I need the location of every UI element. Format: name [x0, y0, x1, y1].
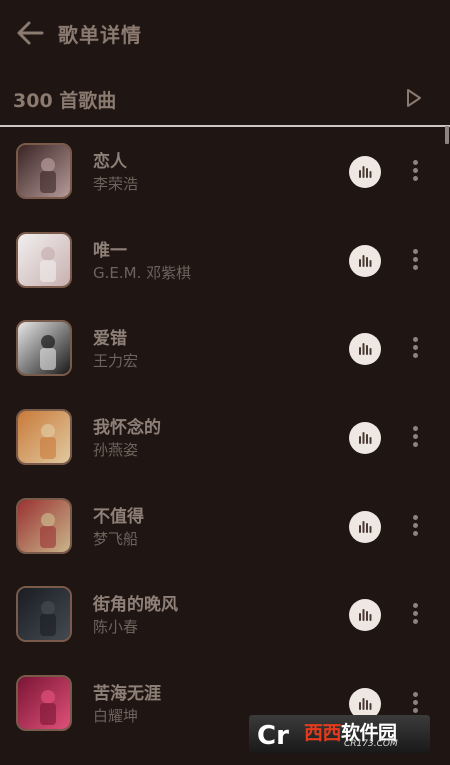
- equalizer-icon: [359, 343, 372, 356]
- equalizer-button[interactable]: [349, 333, 381, 366]
- equalizer-icon: [359, 432, 372, 445]
- more-vertical-icon: [412, 248, 418, 254]
- song-title: 街角的晚风: [93, 595, 178, 616]
- equalizer-icon: [359, 254, 372, 267]
- more-options-button[interactable]: [404, 512, 426, 542]
- song-row[interactable]: 不值得 梦飞船: [0, 482, 450, 571]
- album-art-image: [18, 145, 70, 197]
- equalizer-button[interactable]: [349, 244, 381, 277]
- more-options-button[interactable]: [404, 600, 426, 630]
- more-options-button[interactable]: [404, 246, 426, 276]
- page-title: 歌单详情: [58, 23, 142, 47]
- album-cover: [16, 320, 72, 377]
- equalizer-button[interactable]: [349, 510, 381, 543]
- song-title: 爱错: [93, 329, 127, 350]
- album-art-image: [18, 411, 70, 464]
- song-title: 恋人: [93, 152, 127, 172]
- more-options-button[interactable]: [404, 157, 426, 187]
- album-cover: [16, 409, 72, 466]
- arrow-left-icon: [17, 21, 44, 45]
- song-row[interactable]: 爱错 王力宏: [0, 304, 450, 393]
- equalizer-icon: [359, 166, 372, 178]
- song-count-label: 300 首歌曲: [13, 90, 117, 112]
- watermark-logo: Cr: [257, 721, 289, 749]
- more-vertical-icon: [412, 160, 418, 165]
- equalizer-icon: [359, 520, 372, 533]
- equalizer-icon: [359, 609, 372, 622]
- play-all-button[interactable]: [402, 87, 424, 109]
- album-cover: [16, 143, 72, 199]
- more-options-button[interactable]: [404, 334, 426, 364]
- album-art-image: [18, 322, 70, 375]
- song-artist: 李荣浩: [93, 175, 139, 193]
- more-options-button[interactable]: [404, 423, 426, 453]
- watermark-url: CR173.COM: [344, 739, 398, 749]
- song-row[interactable]: 我怀念的 孙燕姿: [0, 393, 450, 482]
- song-title: 唯一: [93, 240, 127, 261]
- watermark: Cr 西西软件园 CR173.COM: [249, 715, 430, 753]
- song-artist: 梦飞船: [93, 529, 139, 548]
- album-art-image: [18, 233, 70, 286]
- equalizer-button[interactable]: [349, 156, 381, 188]
- song-row[interactable]: 唯一 G.E.M. 邓紫棋: [0, 216, 450, 305]
- song-artist: G.E.M. 邓紫棋: [93, 263, 192, 282]
- song-row[interactable]: 恋人 李荣浩: [0, 127, 450, 216]
- album-art-image: [18, 588, 70, 641]
- back-button[interactable]: [14, 18, 46, 48]
- more-vertical-icon: [412, 692, 418, 698]
- more-vertical-icon: [412, 514, 418, 520]
- playlist-summary: 300 首歌曲: [0, 78, 450, 122]
- album-cover: [16, 497, 72, 554]
- song-artist: 白耀坤: [93, 707, 139, 726]
- play-triangle-icon: [407, 89, 421, 107]
- svg-text:Cr: Cr: [257, 721, 289, 749]
- equalizer-button[interactable]: [349, 422, 381, 455]
- app-header: 歌单详情: [0, 0, 450, 66]
- album-art-image: [18, 499, 70, 552]
- equalizer-button[interactable]: [349, 599, 381, 632]
- song-row[interactable]: 街角的晚风 陈小春: [0, 570, 450, 659]
- song-artist: 孙燕姿: [93, 441, 139, 460]
- more-vertical-icon: [412, 603, 418, 609]
- album-art-image: [18, 677, 70, 730]
- song-artist: 陈小春: [93, 618, 139, 637]
- more-vertical-icon: [412, 337, 418, 343]
- song-artist: 王力宏: [93, 352, 139, 371]
- album-cover: [16, 231, 72, 288]
- song-title: 苦海无涯: [93, 684, 161, 705]
- watermark-text-red: 西西: [304, 722, 342, 744]
- song-title: 不值得: [93, 506, 144, 527]
- more-vertical-icon: [412, 426, 418, 432]
- album-cover: [16, 586, 72, 643]
- song-list: 恋人 李荣浩 唯一 G.E.M. 邓紫棋 爱错 王力宏 我怀念的 孙燕姿 不值得…: [0, 127, 450, 748]
- album-cover: [16, 675, 72, 732]
- song-title: 我怀念的: [93, 418, 161, 439]
